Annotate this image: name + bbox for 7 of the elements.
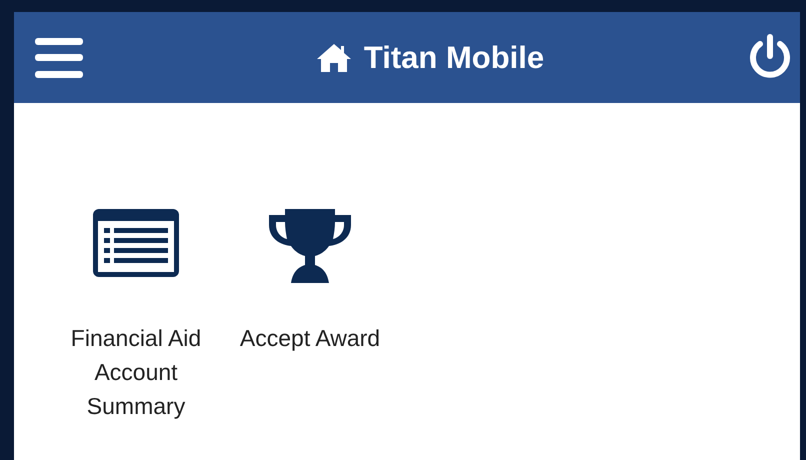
app-title: Titan Mobile (364, 40, 544, 76)
tile-label[interactable]: Accept Award (225, 321, 395, 355)
trophy-icon[interactable] (269, 209, 351, 283)
list-icon[interactable] (93, 209, 179, 277)
tile-label[interactable]: Financial Aid Account Summary (66, 321, 206, 423)
menu-icon[interactable] (35, 38, 83, 78)
home-icon[interactable] (316, 42, 352, 72)
